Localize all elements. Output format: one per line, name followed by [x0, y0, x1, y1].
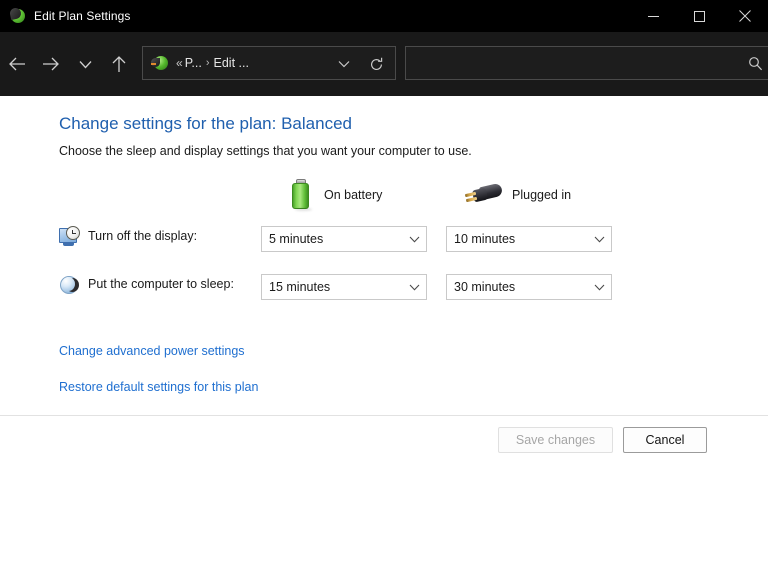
save-changes-button[interactable]: Save changes — [498, 427, 613, 453]
recent-locations-button[interactable] — [68, 44, 102, 84]
window-controls — [630, 0, 768, 32]
dropdown-sleep-on-battery[interactable]: 15 minutes — [261, 274, 427, 300]
column-header-on-battery: On battery — [290, 178, 382, 212]
edit-plan-settings-window: Edit Plan Settings « P... › Edit ... Cha… — [0, 0, 768, 576]
power-plug-icon — [464, 182, 504, 208]
cancel-button[interactable]: Cancel — [623, 427, 707, 453]
chevron-down-icon[interactable] — [402, 275, 426, 299]
search-icon[interactable] — [740, 46, 768, 80]
chevron-down-icon[interactable] — [587, 227, 611, 251]
sleep-moon-icon — [59, 274, 81, 296]
setting-label-turn-off-display: Turn off the display: — [88, 229, 198, 243]
column-header-plugged-in: Plugged in — [464, 178, 571, 212]
dropdown-sleep-plugged-in[interactable]: 30 minutes — [446, 274, 612, 300]
dropdown-value: 15 minutes — [269, 280, 331, 294]
link-change-advanced-power-settings[interactable]: Change advanced power settings — [59, 344, 245, 358]
display-clock-icon — [59, 226, 81, 248]
breadcrumb-separator: › — [205, 57, 210, 69]
window-title: Edit Plan Settings — [34, 9, 131, 23]
breadcrumb-overflow[interactable]: « — [169, 56, 185, 70]
power-options-icon — [151, 54, 169, 72]
search-box[interactable] — [405, 46, 768, 80]
setting-label-put-computer-to-sleep: Put the computer to sleep: — [88, 277, 234, 291]
chevron-down-icon[interactable] — [331, 47, 357, 81]
footer-bar: Save changes Cancel — [0, 416, 768, 464]
up-button[interactable] — [102, 44, 136, 84]
dropdown-value: 10 minutes — [454, 232, 516, 246]
page-subtitle: Choose the sleep and display settings th… — [59, 144, 472, 158]
close-button[interactable] — [722, 0, 768, 32]
empty-area-below — [0, 464, 768, 576]
dropdown-value: 5 minutes — [269, 232, 324, 246]
battery-icon — [290, 179, 314, 211]
address-bar[interactable]: « P... › Edit ... — [142, 46, 396, 80]
refresh-icon[interactable] — [361, 47, 391, 81]
back-button[interactable] — [0, 44, 34, 84]
dropdown-turn-off-display-on-battery[interactable]: 5 minutes — [261, 226, 427, 252]
search-input[interactable] — [406, 55, 740, 71]
column-label-plugged-in: Plugged in — [512, 188, 572, 202]
forward-button[interactable] — [34, 44, 68, 84]
breadcrumb-item-2[interactable]: Edit ... — [214, 56, 249, 70]
breadcrumb-item-1[interactable]: P... — [185, 56, 202, 70]
chevron-down-icon[interactable] — [402, 227, 426, 251]
column-label-on-battery: On battery — [324, 188, 383, 202]
page-title: Change settings for the plan: Balanced — [59, 114, 352, 133]
link-restore-default-settings[interactable]: Restore default settings for this plan — [59, 380, 258, 394]
maximize-button[interactable] — [676, 0, 722, 32]
title-bar: Edit Plan Settings — [0, 0, 768, 32]
content-area: Change settings for the plan: Balanced C… — [0, 96, 768, 416]
dropdown-value: 30 minutes — [454, 280, 516, 294]
power-plan-icon — [8, 6, 26, 24]
minimize-button[interactable] — [630, 0, 676, 32]
chevron-down-icon[interactable] — [587, 275, 611, 299]
dropdown-turn-off-display-plugged-in[interactable]: 10 minutes — [446, 226, 612, 252]
